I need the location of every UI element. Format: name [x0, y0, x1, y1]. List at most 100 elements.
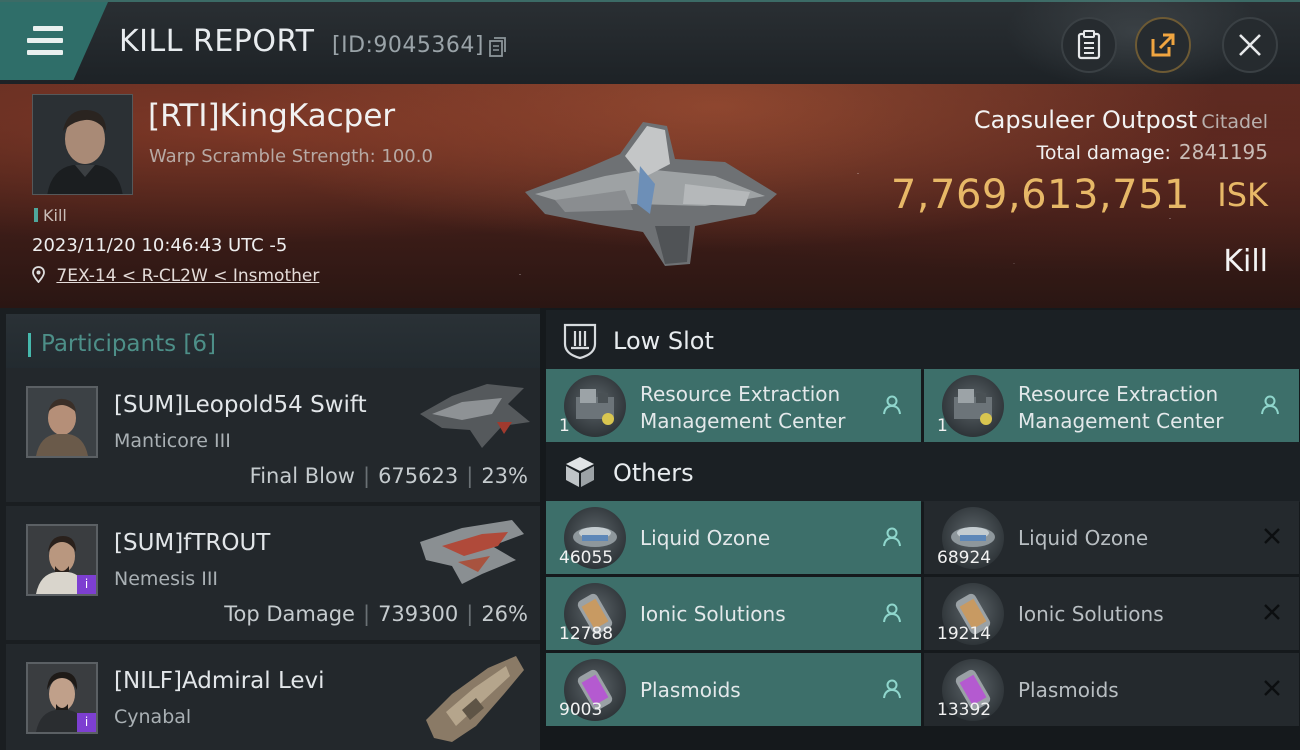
fitted-person-icon	[883, 395, 901, 415]
share-button[interactable]	[1135, 17, 1191, 73]
victim-name[interactable]: [RTI]KingKacper	[148, 98, 395, 134]
participant-row[interactable]: i [SUM]fTROUT Nemesis III Top Damage | 739…	[6, 506, 540, 640]
item-quantity: 1	[937, 416, 948, 436]
participant-stats: Top Damage | 739300 | 26%	[224, 602, 528, 626]
clipboard-icon	[1077, 30, 1101, 60]
kill-result: Kill	[1223, 244, 1268, 279]
participants-label: Participants	[41, 331, 177, 357]
close-button[interactable]	[1222, 17, 1278, 73]
participant-damage: 739300	[378, 602, 459, 626]
fitted-person-icon	[883, 679, 901, 699]
participant-name[interactable]: [SUM]Leopold54 Swift	[114, 392, 367, 418]
close-icon	[1239, 34, 1261, 56]
low-slot-icon	[563, 323, 597, 360]
clipboard-button[interactable]	[1061, 17, 1117, 73]
info-badge-icon: i	[77, 575, 96, 594]
participant-role: Final Blow	[249, 464, 355, 488]
item-quantity: 19214	[937, 624, 992, 644]
ship-image	[426, 656, 524, 742]
participant-role: Top Damage	[224, 602, 355, 626]
section-low-slot-title: Low Slot	[613, 327, 714, 355]
section-low-slot: Low Slot	[546, 310, 1300, 370]
victim-portrait[interactable]	[32, 94, 133, 195]
participants-count: [6]	[183, 331, 217, 357]
fitted-person-icon	[883, 527, 901, 547]
kill-location[interactable]: 7EX-14 < R-CL2W < Insmother	[32, 266, 319, 286]
item-name: Liquid Ozone	[640, 526, 771, 550]
participants-title: Participants [6]	[41, 331, 216, 357]
target-name: Capsuleer Outpost Citadel	[974, 106, 1268, 134]
section-others-title: Others	[613, 459, 694, 487]
item-name-line1: Resource Extraction	[1018, 382, 1219, 406]
participant-row[interactable]: [SUM]Leopold54 Swift Manticore III Final…	[6, 368, 540, 502]
participant-percent: 26%	[481, 602, 528, 626]
total-damage-value: 2841195	[1178, 140, 1268, 164]
participant-ship: Cynabal	[114, 706, 192, 728]
victim-banner: [RTI]KingKacper Warp Scramble Strength: …	[0, 84, 1300, 308]
participant-percent: 23%	[481, 464, 528, 488]
item-name-line2: Management Center	[1018, 409, 1224, 433]
item-name: Plasmoids	[640, 678, 741, 702]
ship-image	[420, 520, 524, 584]
info-badge-icon: i	[77, 713, 96, 732]
participant-damage: 675623	[378, 464, 459, 488]
item-quantity: 46055	[559, 548, 614, 568]
item-name: Resource Extraction Management Center	[640, 381, 845, 435]
structure-image	[525, 122, 777, 266]
items-panel: Low Slot 1 Resource Extraction Managemen…	[540, 308, 1300, 750]
kill-tag: Kill	[34, 206, 67, 225]
participant-avatar[interactable]	[26, 386, 98, 458]
section-others: Others	[546, 442, 1300, 502]
header-bar: KILL REPORT [ID:9045364]	[0, 0, 1300, 92]
cargo-item[interactable]: 9003 Plasmoids	[546, 653, 921, 726]
destroyed-x-icon	[1264, 604, 1280, 620]
item-name: Liquid Ozone	[1018, 526, 1149, 550]
copy-icon[interactable]	[488, 36, 508, 58]
item-name: Resource Extraction Management Center	[1018, 381, 1223, 435]
item-quantity: 13392	[937, 700, 992, 720]
page-title: KILL REPORT	[119, 24, 315, 59]
cargo-item[interactable]: 19214 Ionic Solutions	[924, 577, 1299, 650]
participant-stats: Final Blow | 675623 | 23%	[249, 464, 528, 488]
low-slot-item[interactable]: 1 Resource Extraction Management Center	[546, 369, 921, 442]
ship-image	[420, 384, 530, 448]
participant-avatar[interactable]: i	[26, 662, 98, 734]
cargo-item[interactable]: 13392 Plasmoids	[924, 653, 1299, 726]
item-quantity: 1	[559, 416, 570, 436]
participant-avatar[interactable]: i	[26, 524, 98, 596]
item-name: Plasmoids	[1018, 678, 1119, 702]
module-icon	[564, 375, 626, 437]
low-slot-item[interactable]: 1 Resource Extraction Management Center	[924, 369, 1299, 442]
location-link[interactable]: 7EX-14 < R-CL2W < Insmother	[56, 266, 319, 286]
cargo-item[interactable]: 12788 Ionic Solutions	[546, 577, 921, 650]
participant-ship: Nemesis III	[114, 568, 219, 590]
isk-unit: ISK	[1217, 176, 1268, 214]
menu-button[interactable]	[0, 2, 108, 80]
item-quantity: 68924	[937, 548, 992, 568]
participants-accent-bar	[28, 333, 31, 357]
item-name: Ionic Solutions	[1018, 602, 1164, 626]
participant-row[interactable]: i [NILF]Admiral Levi Cynabal	[6, 644, 540, 750]
participant-ship: Manticore III	[114, 430, 231, 452]
cargo-item[interactable]: 68924 Liquid Ozone	[924, 501, 1299, 574]
item-name-line2: Management Center	[640, 409, 846, 433]
participant-name[interactable]: [NILF]Admiral Levi	[114, 668, 325, 694]
item-name: Ionic Solutions	[640, 602, 786, 626]
item-quantity: 12788	[559, 624, 614, 644]
kill-id: [ID:9045364]	[332, 33, 484, 58]
destroyed-x-icon	[1264, 528, 1280, 544]
cargo-item[interactable]: 46055 Liquid Ozone	[546, 501, 921, 574]
fitted-person-icon	[883, 603, 901, 623]
total-damage-label: Total damage:	[1036, 142, 1171, 164]
participants-panel: Participants [6] [SUM]Leopold54 Swift Ma…	[0, 308, 540, 750]
cargo-box-icon	[566, 457, 594, 487]
location-pin-icon	[32, 266, 45, 284]
total-damage: Total damage: 2841195	[1037, 140, 1269, 164]
participants-header: Participants [6]	[6, 314, 540, 372]
participant-name[interactable]: [SUM]fTROUT	[114, 530, 270, 556]
kill-datetime: 2023/11/20 10:46:43 UTC -5	[32, 235, 288, 256]
victim-avatar	[33, 95, 132, 194]
destroyed-x-icon	[1264, 680, 1280, 696]
share-icon	[1151, 33, 1175, 57]
hamburger-icon	[27, 26, 63, 62]
